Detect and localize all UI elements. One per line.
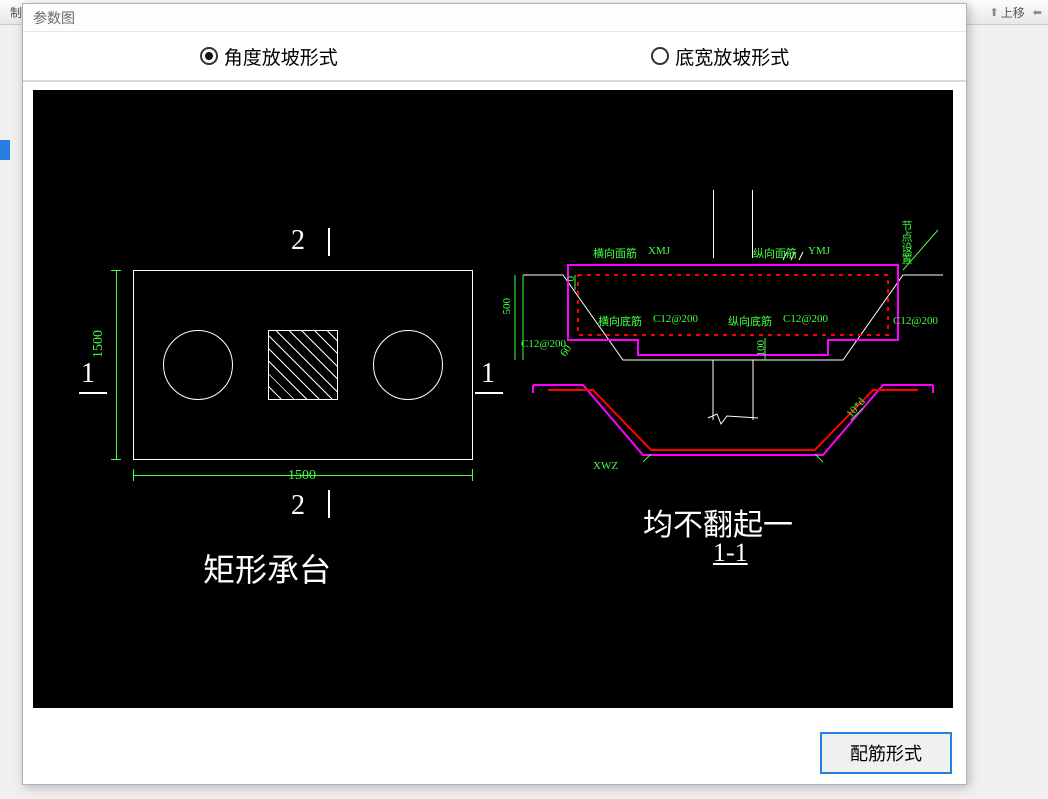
label-zxdj: 纵向底筋: [728, 313, 772, 329]
section-view-drawing: 横向面筋 XMJ 纵向面筋 YMJ 节点设置 横向底筋 C12@200 纵向底筋…: [503, 190, 943, 670]
section-2-bottom-label: 2: [291, 490, 305, 522]
dim-0-text: 0: [565, 276, 577, 282]
dim-vertical-text: 1500: [91, 330, 107, 358]
section-line: [328, 228, 330, 256]
label-leader-right: 节点设置: [898, 220, 914, 264]
label-c12-a: C12@200: [653, 313, 698, 325]
radio-width-label: 底宽放坡形式: [675, 43, 789, 70]
form-mode-radio-bar: 角度放坡形式 底宽放坡形式: [23, 32, 966, 82]
rebar-form-button[interactable]: 配筋形式: [820, 732, 952, 774]
modal-footer: 配筋形式: [820, 732, 952, 774]
section-line: [328, 490, 330, 518]
plan-view-drawing: 2 2 1 1 1500 1500 矩形承台: [73, 250, 483, 670]
pile-circle-right: [373, 330, 443, 400]
dim-horizontal-text: 1500: [288, 468, 316, 484]
arrow-right-icon: ⬅: [1033, 6, 1042, 19]
toolbar-right-item[interactable]: ⬆ 上移: [990, 4, 1025, 21]
section-line: [475, 392, 503, 394]
dim-500-text: 500: [501, 298, 513, 315]
radio-angle-label: 角度放坡形式: [224, 43, 338, 70]
label-zxmj: 纵向面筋: [753, 245, 797, 261]
dim-100-text: 100: [755, 340, 767, 357]
cad-canvas: 2 2 1 1 1500 1500 矩形承台: [33, 90, 953, 708]
radio-width-slope[interactable]: 底宽放坡形式: [495, 43, 947, 70]
section-line: [79, 392, 107, 394]
label-xmj: XMJ: [648, 245, 670, 257]
toolbar-right-label: 上移: [1001, 4, 1025, 21]
label-hxdj: 横向底筋: [598, 313, 642, 329]
plan-view-title: 矩形承台: [203, 545, 331, 591]
left-selection-indicator: [0, 140, 10, 160]
label-hxmj: 横向面筋: [593, 245, 637, 261]
section-view-subtitle: 1-1: [713, 538, 748, 568]
radio-angle-slope[interactable]: 角度放坡形式: [43, 43, 495, 70]
section-svg: [503, 190, 943, 670]
radio-icon: [200, 47, 218, 65]
column-hatch: [268, 330, 338, 400]
section-1-left-label: 1: [81, 358, 95, 390]
radio-icon: [651, 47, 669, 65]
label-xwz: XWZ: [593, 460, 618, 472]
label-ymj: YMJ: [808, 245, 830, 257]
arrow-up-icon: ⬆: [990, 6, 999, 19]
label-c12-b: C12@200: [783, 313, 828, 325]
modal-title: 参数图: [23, 4, 966, 32]
label-c12-d: C12@200: [893, 315, 938, 327]
pile-circle-left: [163, 330, 233, 400]
section-2-top-label: 2: [291, 225, 305, 257]
param-diagram-modal: 参数图 角度放坡形式 底宽放坡形式 2 2 1 1 1500: [22, 3, 967, 785]
section-1-right-label: 1: [481, 358, 495, 390]
dim-vertical-line: [116, 270, 117, 460]
toolbar-left-item[interactable]: 制: [10, 4, 22, 21]
